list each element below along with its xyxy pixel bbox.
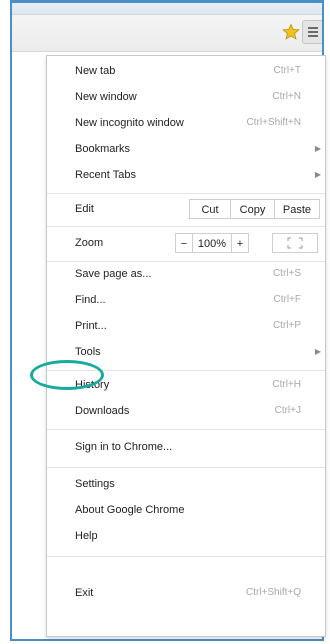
edit-label: Edit — [75, 203, 94, 215]
menu-separator — [47, 467, 325, 468]
title-bar — [12, 3, 322, 15]
menu-item-label: Bookmarks — [75, 143, 131, 155]
menu-separator — [47, 429, 325, 430]
menu-item-save-page-as[interactable]: Save page as... Ctrl+S — [47, 264, 325, 284]
menu-item-label: New tab — [75, 65, 116, 77]
menu-item-label: Exit — [75, 587, 94, 599]
menu-item-shortcut: Ctrl+Shift+N — [246, 117, 301, 128]
menu-item-shortcut: Ctrl+S — [272, 268, 301, 279]
menu-item-shortcut: Ctrl+N — [272, 91, 301, 102]
menu-separator — [47, 193, 325, 194]
menu-item-shortcut: Ctrl+H — [272, 379, 301, 390]
menu-item-exit[interactable]: Exit Ctrl+Shift+Q — [47, 583, 325, 603]
menu-item-about-google-chrome[interactable]: About Google Chrome — [47, 500, 325, 520]
chrome-menu: New tab Ctrl+T New window Ctrl+N New inc… — [46, 55, 326, 637]
menu-item-label: Settings — [75, 478, 115, 490]
submenu-arrow-icon: ▶ — [314, 144, 321, 153]
menu-item-recent-tabs[interactable]: Recent Tabs ▶ — [47, 165, 325, 185]
zoom-level: 100% — [192, 233, 232, 253]
menu-item-sign-in[interactable]: Sign in to Chrome... — [47, 437, 325, 457]
browser-window: New tab Ctrl+T New window Ctrl+N New inc… — [10, 0, 326, 641]
menu-item-shortcut: Ctrl+J — [274, 405, 301, 416]
star-icon[interactable] — [282, 23, 300, 41]
menu-item-label: History — [75, 379, 110, 391]
menu-item-label: Save page as... — [75, 268, 152, 280]
menu-item-label: Tools — [75, 346, 101, 358]
hamburger-menu-icon[interactable] — [302, 20, 322, 44]
menu-item-print[interactable]: Print... Ctrl+P — [47, 316, 325, 336]
menu-item-shortcut: Ctrl+P — [272, 320, 301, 331]
menu-item-label: Recent Tabs — [75, 169, 136, 181]
menu-item-history[interactable]: History Ctrl+H — [47, 375, 325, 395]
menu-item-shortcut: Ctrl+F — [273, 294, 302, 305]
browser-toolbar — [12, 3, 322, 52]
menu-item-bookmarks[interactable]: Bookmarks ▶ — [47, 139, 325, 159]
menu-item-shortcut: Ctrl+Shift+Q — [245, 587, 301, 598]
copy-button[interactable]: Copy — [230, 199, 275, 219]
menu-item-new-incognito-window[interactable]: New incognito window Ctrl+Shift+N — [47, 113, 325, 133]
menu-item-label: About Google Chrome — [75, 504, 185, 516]
zoom-out-button[interactable]: − — [175, 233, 193, 253]
menu-item-label: Help — [75, 530, 98, 542]
menu-item-label: Find... — [75, 294, 106, 306]
menu-item-help[interactable]: Help — [47, 526, 325, 546]
fullscreen-icon[interactable] — [272, 233, 318, 253]
menu-item-tools[interactable]: Tools ▶ — [47, 342, 325, 362]
menu-item-new-window[interactable]: New window Ctrl+N — [47, 87, 325, 107]
zoom-in-button[interactable]: + — [231, 233, 249, 253]
paste-button[interactable]: Paste — [274, 199, 320, 219]
menu-separator — [47, 556, 325, 557]
menu-row-zoom: Zoom − 100% + — [47, 230, 325, 256]
menu-item-find[interactable]: Find... Ctrl+F — [47, 290, 325, 310]
menu-separator — [47, 370, 325, 371]
menu-separator — [47, 261, 325, 262]
submenu-arrow-icon: ▶ — [314, 170, 321, 179]
cut-button[interactable]: Cut — [189, 199, 231, 219]
menu-item-settings[interactable]: Settings — [47, 474, 325, 494]
submenu-arrow-icon: ▶ — [314, 347, 321, 356]
zoom-label: Zoom — [75, 237, 104, 249]
menu-item-label: New incognito window — [75, 117, 184, 129]
menu-item-downloads[interactable]: Downloads Ctrl+J — [47, 401, 325, 421]
menu-item-shortcut: Ctrl+T — [273, 65, 302, 76]
menu-separator — [47, 226, 325, 227]
menu-item-label: Downloads — [75, 405, 130, 417]
menu-item-label: Sign in to Chrome... — [75, 441, 173, 453]
menu-item-label: New window — [75, 91, 137, 103]
menu-row-edit: Edit Cut Copy Paste — [47, 196, 325, 222]
menu-item-new-tab[interactable]: New tab Ctrl+T — [47, 61, 325, 81]
menu-item-label: Print... — [75, 320, 107, 332]
